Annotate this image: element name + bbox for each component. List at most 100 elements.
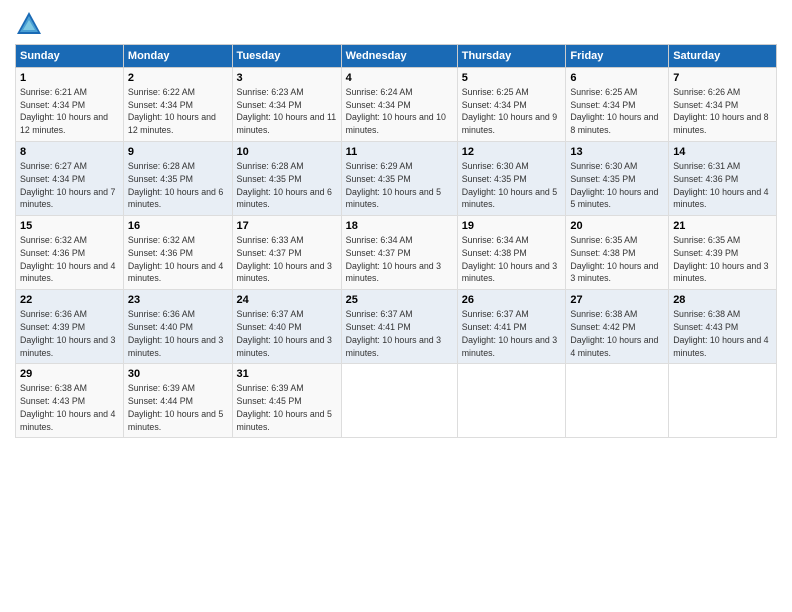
day-number: 4 xyxy=(346,71,453,86)
calendar-week-row: 22 Sunrise: 6:36 AMSunset: 4:39 PMDaylig… xyxy=(16,290,777,364)
calendar-week-row: 8 Sunrise: 6:27 AMSunset: 4:34 PMDayligh… xyxy=(16,142,777,216)
calendar-day-cell: 29 Sunrise: 6:38 AMSunset: 4:43 PMDaylig… xyxy=(16,364,124,438)
calendar-day-cell xyxy=(341,364,457,438)
day-info: Sunrise: 6:30 AMSunset: 4:35 PMDaylight:… xyxy=(462,161,557,209)
weekday-header: Friday xyxy=(566,45,669,68)
day-number: 24 xyxy=(237,293,337,308)
weekday-header: Monday xyxy=(123,45,232,68)
day-info: Sunrise: 6:36 AMSunset: 4:40 PMDaylight:… xyxy=(128,309,223,357)
calendar-day-cell: 23 Sunrise: 6:36 AMSunset: 4:40 PMDaylig… xyxy=(123,290,232,364)
day-number: 8 xyxy=(20,145,119,160)
calendar-week-row: 29 Sunrise: 6:38 AMSunset: 4:43 PMDaylig… xyxy=(16,364,777,438)
calendar-day-cell: 18 Sunrise: 6:34 AMSunset: 4:37 PMDaylig… xyxy=(341,216,457,290)
calendar-day-cell: 21 Sunrise: 6:35 AMSunset: 4:39 PMDaylig… xyxy=(669,216,777,290)
day-info: Sunrise: 6:33 AMSunset: 4:37 PMDaylight:… xyxy=(237,235,332,283)
day-number: 6 xyxy=(570,71,664,86)
calendar-day-cell: 24 Sunrise: 6:37 AMSunset: 4:40 PMDaylig… xyxy=(232,290,341,364)
calendar-day-cell: 26 Sunrise: 6:37 AMSunset: 4:41 PMDaylig… xyxy=(457,290,566,364)
day-info: Sunrise: 6:34 AMSunset: 4:38 PMDaylight:… xyxy=(462,235,557,283)
calendar-table: SundayMondayTuesdayWednesdayThursdayFrid… xyxy=(15,44,777,438)
day-number: 23 xyxy=(128,293,228,308)
day-info: Sunrise: 6:39 AMSunset: 4:45 PMDaylight:… xyxy=(237,383,332,431)
calendar-day-cell: 19 Sunrise: 6:34 AMSunset: 4:38 PMDaylig… xyxy=(457,216,566,290)
weekday-header: Sunday xyxy=(16,45,124,68)
calendar-day-cell: 17 Sunrise: 6:33 AMSunset: 4:37 PMDaylig… xyxy=(232,216,341,290)
day-info: Sunrise: 6:36 AMSunset: 4:39 PMDaylight:… xyxy=(20,309,115,357)
day-info: Sunrise: 6:21 AMSunset: 4:34 PMDaylight:… xyxy=(20,87,108,135)
day-info: Sunrise: 6:39 AMSunset: 4:44 PMDaylight:… xyxy=(128,383,223,431)
calendar-day-cell: 6 Sunrise: 6:25 AMSunset: 4:34 PMDayligh… xyxy=(566,68,669,142)
calendar-week-row: 1 Sunrise: 6:21 AMSunset: 4:34 PMDayligh… xyxy=(16,68,777,142)
day-number: 31 xyxy=(237,367,337,382)
day-info: Sunrise: 6:29 AMSunset: 4:35 PMDaylight:… xyxy=(346,161,441,209)
calendar-day-cell: 5 Sunrise: 6:25 AMSunset: 4:34 PMDayligh… xyxy=(457,68,566,142)
calendar-day-cell: 4 Sunrise: 6:24 AMSunset: 4:34 PMDayligh… xyxy=(341,68,457,142)
day-info: Sunrise: 6:24 AMSunset: 4:34 PMDaylight:… xyxy=(346,87,446,135)
day-number: 19 xyxy=(462,219,562,234)
day-info: Sunrise: 6:37 AMSunset: 4:41 PMDaylight:… xyxy=(346,309,441,357)
day-info: Sunrise: 6:27 AMSunset: 4:34 PMDaylight:… xyxy=(20,161,115,209)
day-number: 13 xyxy=(570,145,664,160)
day-info: Sunrise: 6:28 AMSunset: 4:35 PMDaylight:… xyxy=(237,161,332,209)
calendar-day-cell: 16 Sunrise: 6:32 AMSunset: 4:36 PMDaylig… xyxy=(123,216,232,290)
calendar-header-row: SundayMondayTuesdayWednesdayThursdayFrid… xyxy=(16,45,777,68)
day-info: Sunrise: 6:32 AMSunset: 4:36 PMDaylight:… xyxy=(20,235,115,283)
weekday-header: Saturday xyxy=(669,45,777,68)
day-info: Sunrise: 6:26 AMSunset: 4:34 PMDaylight:… xyxy=(673,87,768,135)
calendar-day-cell: 15 Sunrise: 6:32 AMSunset: 4:36 PMDaylig… xyxy=(16,216,124,290)
day-number: 2 xyxy=(128,71,228,86)
calendar-day-cell: 9 Sunrise: 6:28 AMSunset: 4:35 PMDayligh… xyxy=(123,142,232,216)
calendar-day-cell: 7 Sunrise: 6:26 AMSunset: 4:34 PMDayligh… xyxy=(669,68,777,142)
page-header xyxy=(15,10,777,38)
day-number: 21 xyxy=(673,219,772,234)
weekday-header: Tuesday xyxy=(232,45,341,68)
day-info: Sunrise: 6:25 AMSunset: 4:34 PMDaylight:… xyxy=(570,87,658,135)
calendar-day-cell: 13 Sunrise: 6:30 AMSunset: 4:35 PMDaylig… xyxy=(566,142,669,216)
calendar-day-cell xyxy=(669,364,777,438)
calendar-day-cell: 30 Sunrise: 6:39 AMSunset: 4:44 PMDaylig… xyxy=(123,364,232,438)
day-info: Sunrise: 6:34 AMSunset: 4:37 PMDaylight:… xyxy=(346,235,441,283)
calendar-day-cell: 8 Sunrise: 6:27 AMSunset: 4:34 PMDayligh… xyxy=(16,142,124,216)
day-number: 22 xyxy=(20,293,119,308)
day-number: 28 xyxy=(673,293,772,308)
day-number: 26 xyxy=(462,293,562,308)
day-number: 20 xyxy=(570,219,664,234)
day-info: Sunrise: 6:38 AMSunset: 4:43 PMDaylight:… xyxy=(673,309,768,357)
day-number: 10 xyxy=(237,145,337,160)
day-info: Sunrise: 6:35 AMSunset: 4:38 PMDaylight:… xyxy=(570,235,658,283)
day-number: 17 xyxy=(237,219,337,234)
day-number: 27 xyxy=(570,293,664,308)
day-info: Sunrise: 6:28 AMSunset: 4:35 PMDaylight:… xyxy=(128,161,223,209)
logo xyxy=(15,10,47,38)
day-info: Sunrise: 6:25 AMSunset: 4:34 PMDaylight:… xyxy=(462,87,557,135)
day-info: Sunrise: 6:38 AMSunset: 4:43 PMDaylight:… xyxy=(20,383,115,431)
day-number: 3 xyxy=(237,71,337,86)
weekday-header: Thursday xyxy=(457,45,566,68)
calendar-day-cell: 1 Sunrise: 6:21 AMSunset: 4:34 PMDayligh… xyxy=(16,68,124,142)
calendar-day-cell: 25 Sunrise: 6:37 AMSunset: 4:41 PMDaylig… xyxy=(341,290,457,364)
day-number: 7 xyxy=(673,71,772,86)
calendar-day-cell xyxy=(457,364,566,438)
calendar-day-cell: 14 Sunrise: 6:31 AMSunset: 4:36 PMDaylig… xyxy=(669,142,777,216)
day-info: Sunrise: 6:31 AMSunset: 4:36 PMDaylight:… xyxy=(673,161,768,209)
day-number: 11 xyxy=(346,145,453,160)
day-number: 14 xyxy=(673,145,772,160)
day-info: Sunrise: 6:35 AMSunset: 4:39 PMDaylight:… xyxy=(673,235,768,283)
day-number: 15 xyxy=(20,219,119,234)
day-number: 12 xyxy=(462,145,562,160)
day-info: Sunrise: 6:38 AMSunset: 4:42 PMDaylight:… xyxy=(570,309,658,357)
calendar-page: SundayMondayTuesdayWednesdayThursdayFrid… xyxy=(0,0,792,612)
day-number: 16 xyxy=(128,219,228,234)
calendar-day-cell: 20 Sunrise: 6:35 AMSunset: 4:38 PMDaylig… xyxy=(566,216,669,290)
day-number: 29 xyxy=(20,367,119,382)
calendar-day-cell: 31 Sunrise: 6:39 AMSunset: 4:45 PMDaylig… xyxy=(232,364,341,438)
day-number: 18 xyxy=(346,219,453,234)
calendar-day-cell: 27 Sunrise: 6:38 AMSunset: 4:42 PMDaylig… xyxy=(566,290,669,364)
day-info: Sunrise: 6:32 AMSunset: 4:36 PMDaylight:… xyxy=(128,235,223,283)
calendar-day-cell xyxy=(566,364,669,438)
calendar-week-row: 15 Sunrise: 6:32 AMSunset: 4:36 PMDaylig… xyxy=(16,216,777,290)
day-number: 30 xyxy=(128,367,228,382)
day-number: 1 xyxy=(20,71,119,86)
calendar-day-cell: 11 Sunrise: 6:29 AMSunset: 4:35 PMDaylig… xyxy=(341,142,457,216)
day-number: 25 xyxy=(346,293,453,308)
